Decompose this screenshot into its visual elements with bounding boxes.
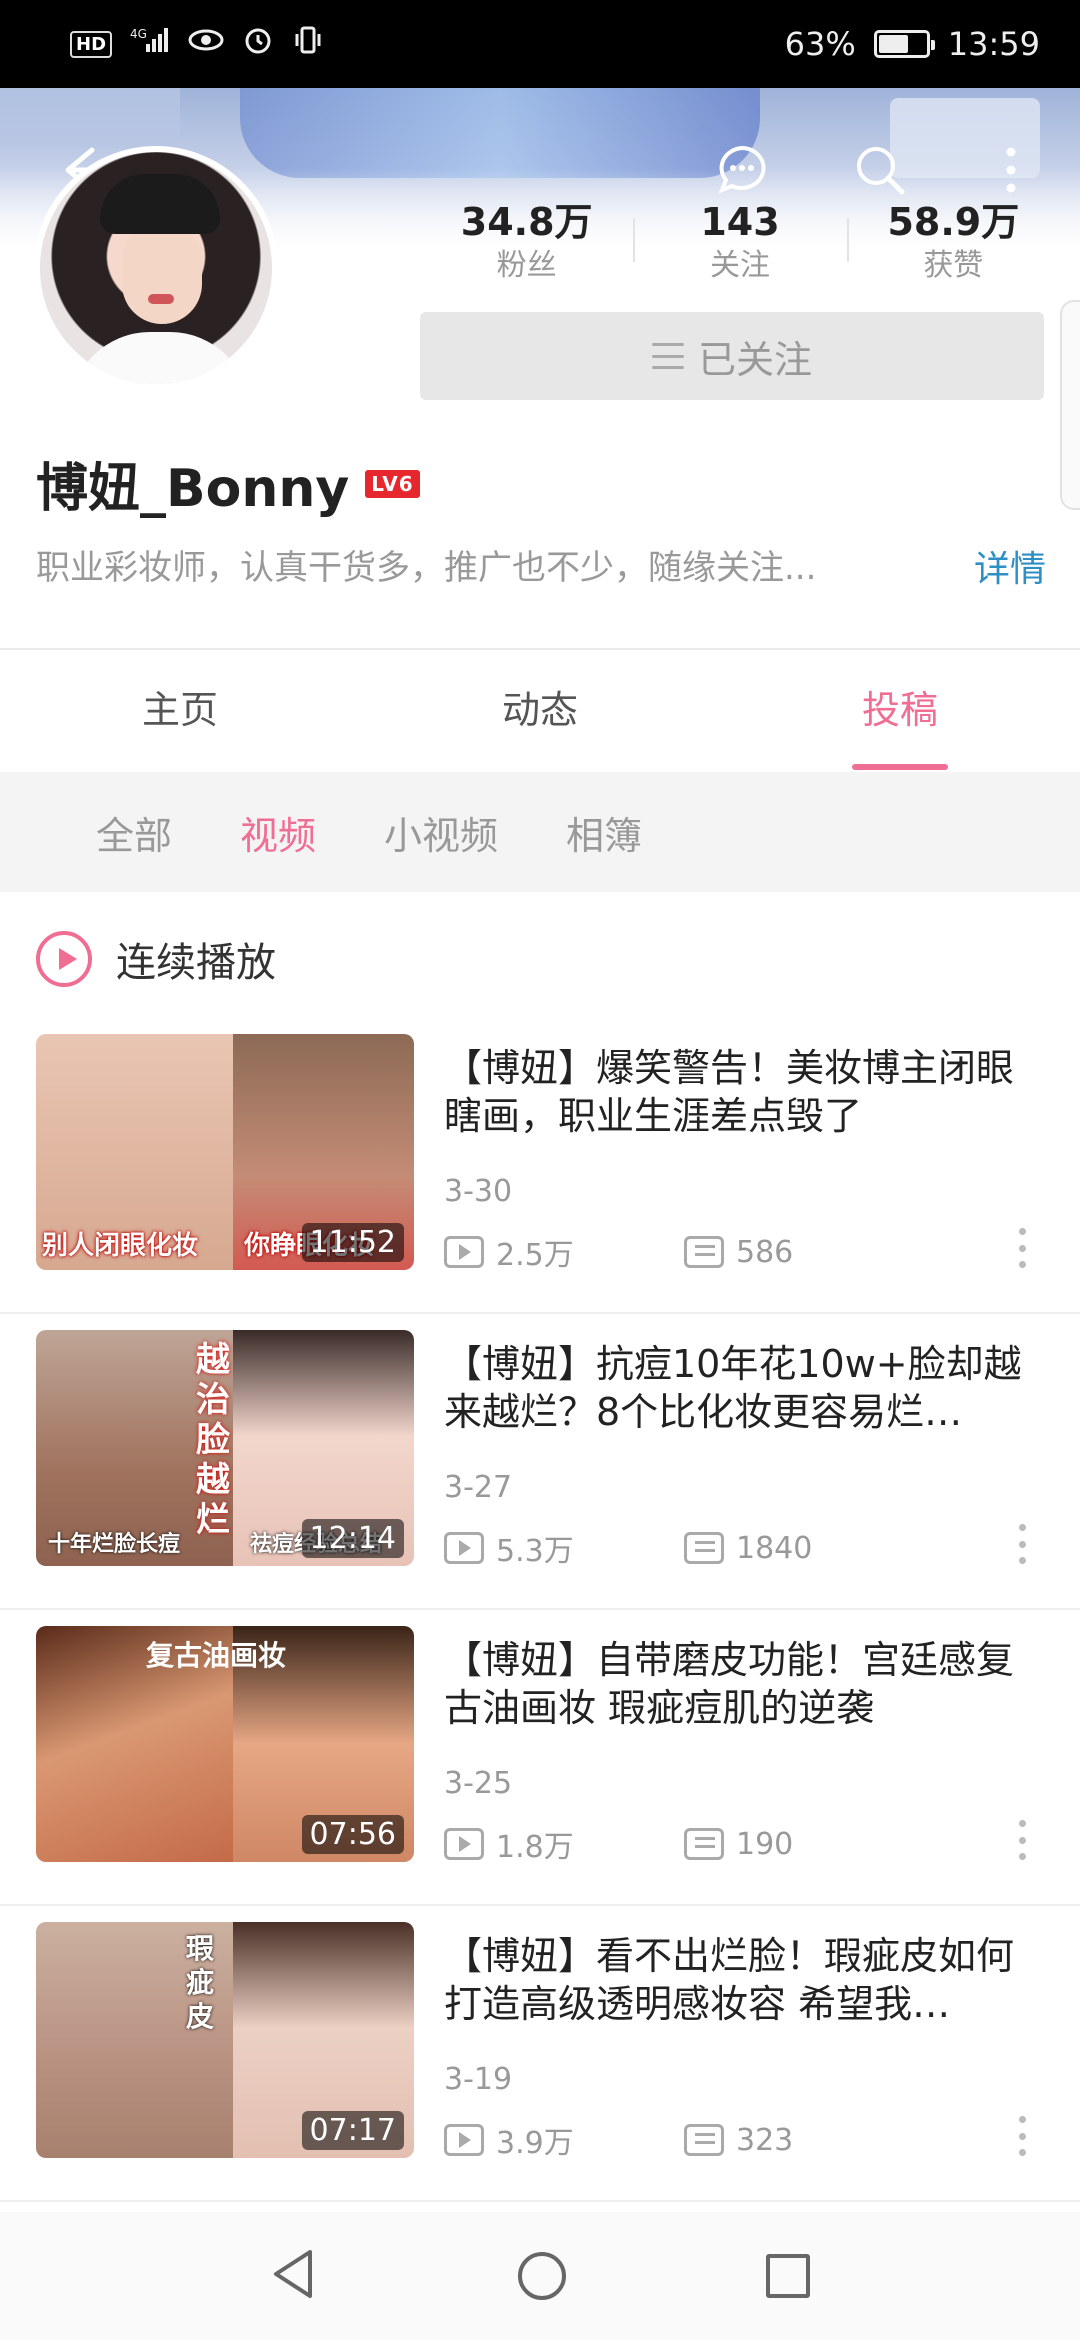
danmaku-count: 1840: [736, 1530, 813, 1566]
stat-value: 143: [700, 200, 780, 244]
play-count-icon: [444, 1236, 484, 1268]
followed-button-label: 已关注: [697, 337, 812, 382]
tab-uploads[interactable]: 投稿: [720, 650, 1080, 770]
video-duration: 07:56: [301, 1815, 404, 1854]
main-tabs: 主页 动态 投稿: [0, 650, 1080, 770]
thumbnail-vertical-caption: 越治脸越烂: [196, 1340, 230, 1540]
video-duration: 07:17: [301, 2111, 404, 2150]
video-title: 【博妞】抗痘10年花10w+脸却越来越烂？8个比化妆更容易烂…: [444, 1342, 1022, 1434]
danmaku-icon: [684, 2124, 724, 2156]
video-title: 【博妞】爆笑警告！美妆博主闭眼瞎画，职业生涯差点毁了: [444, 1046, 1015, 1138]
thumbnail-caption: 复古油画妆: [146, 1639, 287, 1672]
stat-value: 34.8万: [460, 200, 593, 244]
battery-icon: [873, 30, 935, 58]
subtab-short-video[interactable]: 小视频: [384, 805, 498, 860]
system-navigation-bar: [0, 2212, 1080, 2340]
play-count: 3.9万: [496, 2126, 574, 2161]
video-duration: 11:52: [301, 1223, 404, 1262]
tab-home[interactable]: 主页: [0, 650, 360, 770]
avatar[interactable]: [34, 146, 278, 390]
play-count: 5.3万: [496, 1534, 574, 1569]
more-options-icon[interactable]: [1016, 1228, 1028, 1268]
nav-back-icon[interactable]: [270, 2248, 318, 2304]
nav-home-icon[interactable]: [518, 2252, 566, 2300]
stat-label: 获赞: [923, 248, 984, 283]
followed-button[interactable]: 已关注: [420, 312, 1044, 400]
subtab-video[interactable]: 视频: [240, 805, 316, 860]
video-item[interactable]: 别人闭眼化妆 你睁眼化妆 11:52 【博妞】爆笑警告！美妆博主闭眼瞎画，职业生…: [0, 1018, 1080, 1314]
play-count-icon: [444, 1828, 484, 1860]
stat-label: 粉丝: [496, 248, 557, 283]
subtab-album[interactable]: 相簿: [566, 805, 642, 860]
sub-tabs: 全部 视频 小视频 相簿: [0, 772, 1080, 892]
stat-following[interactable]: 143 关注: [633, 196, 846, 288]
more-options-icon[interactable]: [1016, 2116, 1028, 2156]
clock: 13:59: [947, 25, 1040, 63]
danmaku-icon: [684, 1236, 724, 1268]
message-icon[interactable]: [712, 140, 772, 200]
battery-percent: 63%: [784, 25, 856, 63]
continuous-play-label: 连续播放: [116, 940, 276, 986]
danmaku-icon: [684, 1828, 724, 1860]
video-thumbnail[interactable]: 越治脸越烂 十年烂脸长痘 祛痘经验总结 12:14: [36, 1330, 414, 1566]
video-thumbnail[interactable]: 复古油画妆 07:56: [36, 1626, 414, 1862]
play-count-icon: [444, 1532, 484, 1564]
bio-text: 职业彩妆师，认真干货多，推广也不少，随缘关注...: [36, 548, 817, 588]
thumbnail-vertical-caption: 瑕疵皮: [186, 1932, 215, 2033]
subtab-all[interactable]: 全部: [96, 805, 172, 860]
video-item[interactable]: 越治脸越烂 十年烂脸长痘 祛痘经验总结 12:14 【博妞】抗痘10年花10w+…: [0, 1314, 1080, 1610]
svg-text:4G: 4G: [130, 27, 147, 41]
danmaku-count: 586: [736, 1234, 794, 1270]
play-count-icon: [444, 2124, 484, 2156]
video-item[interactable]: 复古油画妆 07:56 【博妞】自带磨皮功能！宫廷感复古油画妆 瑕疵痘肌的逆袭 …: [0, 1610, 1080, 1906]
level-badge: LV6: [365, 469, 420, 498]
video-date: 3-27: [444, 1470, 513, 1505]
video-date: 3-19: [444, 2062, 513, 2097]
video-date: 3-25: [444, 1766, 513, 1801]
danmaku-count: 190: [736, 1826, 794, 1862]
play-circle-icon: [36, 931, 92, 987]
alarm-icon: [242, 24, 274, 64]
menu-icon: [651, 343, 684, 369]
stat-value: 58.9万: [887, 200, 1020, 244]
nav-recents-icon[interactable]: [766, 2254, 810, 2298]
video-thumbnail[interactable]: 别人闭眼化妆 你睁眼化妆 11:52: [36, 1034, 414, 1270]
status-bar: HD 4G 63% 13:59: [0, 0, 1080, 88]
profile-stats: 34.8万 粉丝 143 关注 58.9万 获赞: [420, 196, 1060, 288]
stat-followers[interactable]: 34.8万 粉丝: [420, 196, 633, 288]
thumbnail-caption: 别人闭眼化妆: [42, 1231, 199, 1261]
video-duration: 12:14: [301, 1519, 404, 1558]
signal-icon: 4G: [130, 26, 170, 62]
more-vertical-icon[interactable]: [996, 140, 1026, 200]
username: 博妞_Bonny: [36, 459, 350, 519]
danmaku-icon: [684, 1532, 724, 1564]
play-count: 2.5万: [496, 1238, 574, 1273]
video-date: 3-30: [444, 1174, 513, 1209]
stat-likes[interactable]: 58.9万 获赞: [846, 196, 1060, 288]
video-title: 【博妞】看不出烂脸！瑕疵皮如何打造高级透明感妆容 希望我…: [444, 1934, 1015, 2026]
continuous-play-button[interactable]: 连续播放: [36, 930, 276, 988]
more-options-icon[interactable]: [1016, 1820, 1028, 1860]
hd-icon: HD: [70, 30, 113, 58]
search-icon[interactable]: [850, 140, 910, 200]
side-drawer-handle[interactable]: [1060, 300, 1080, 510]
video-item[interactable]: 瑕疵皮 07:17 【博妞】看不出烂脸！瑕疵皮如何打造高级透明感妆容 希望我… …: [0, 1906, 1080, 2202]
danmaku-count: 323: [736, 2122, 794, 2158]
video-thumbnail[interactable]: 瑕疵皮 07:17: [36, 1922, 414, 2158]
video-title: 【博妞】自带磨皮功能！宫廷感复古油画妆 瑕疵痘肌的逆袭: [444, 1638, 1015, 1730]
more-options-icon[interactable]: [1016, 1524, 1028, 1564]
detail-link[interactable]: 详情: [974, 540, 1046, 592]
stat-label: 关注: [709, 248, 770, 283]
eye-icon: [188, 26, 224, 62]
vibrate-icon: [292, 24, 324, 64]
thumbnail-caption: 十年烂脸长痘: [48, 1532, 181, 1557]
tab-dynamics[interactable]: 动态: [360, 650, 720, 770]
video-list: 别人闭眼化妆 你睁眼化妆 11:52 【博妞】爆笑警告！美妆博主闭眼瞎画，职业生…: [0, 1018, 1080, 2202]
play-count: 1.8万: [496, 1830, 574, 1865]
